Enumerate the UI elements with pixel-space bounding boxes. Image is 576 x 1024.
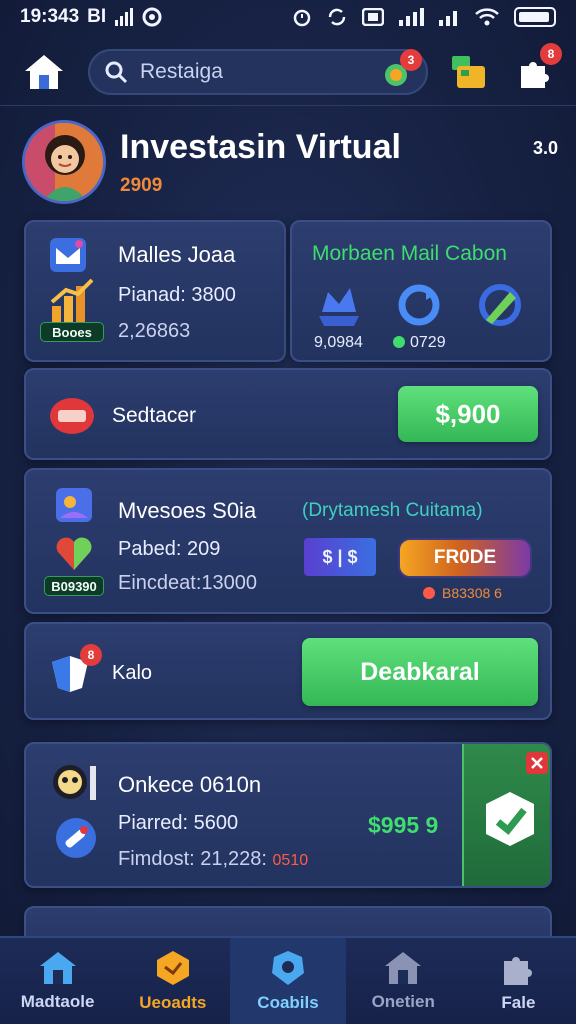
card6-amount: $995 9 (368, 812, 439, 838)
card5-label: Kalo (112, 662, 153, 684)
wifi-icon (475, 8, 499, 26)
card4-pill: B09390 (44, 576, 104, 596)
card1-pill: Booes (40, 322, 104, 342)
search-chip-badge: 3 (400, 48, 422, 71)
home-icon (25, 54, 63, 89)
notifications-button[interactable]: 8 (510, 42, 562, 95)
card2-title: Morbaen Mail Cabon (312, 242, 507, 265)
status-carrier: BI (87, 6, 107, 27)
card4-right-title: (Drytamesh Cuitama) (302, 500, 483, 521)
card-mvesoes[interactable]: Mvesoes S0ia Pabed: 209 B09390 Eincdeat:… (24, 468, 552, 614)
nav-label-ueoadts: Ueoadts (139, 993, 207, 1012)
card2-stat1: 9,0984 (314, 334, 363, 351)
puzzle-icon (504, 957, 533, 985)
nav-item-madtaole[interactable]: Madtaole (0, 938, 115, 1024)
user-avatar[interactable] (22, 120, 106, 204)
nav-item-onetien[interactable]: Onetien (346, 938, 461, 1024)
card4-currency-tag[interactable]: $ | $ (304, 538, 376, 576)
search-chip-button[interactable]: 3 (382, 48, 422, 89)
signal-bars-icon (399, 8, 424, 26)
card4-tag-text: $ | $ (322, 546, 358, 567)
notification-badge: 8 (540, 42, 562, 65)
search-input[interactable] (140, 59, 370, 84)
nfc-icon (362, 8, 384, 26)
sync-icon (328, 8, 346, 26)
card3-price-button[interactable]: $,900 (398, 386, 538, 442)
card4-line2: Eincdeat:13000 (118, 572, 258, 594)
nav-label-madtaole: Madtaole (20, 992, 95, 1011)
bar-chart-icon (50, 278, 94, 324)
alarm-icon (293, 9, 311, 27)
card6-side-panel[interactable] (462, 744, 550, 886)
kalo-icon-wrap: 8 (48, 644, 102, 694)
photo-app-icon (56, 488, 92, 522)
profile-subtitle: 2909 (120, 174, 163, 196)
ticket-icon (50, 398, 94, 434)
card-sedtacer[interactable]: Sedtacer $,900 (24, 368, 552, 460)
refresh-hex-icon (486, 792, 534, 846)
card4-title: Mvesoes S0ia (118, 498, 257, 523)
card1-line2: 2,26863 (118, 320, 191, 342)
signal-bars-2-icon (439, 11, 457, 26)
card6-title: Onkece 0610n (118, 772, 262, 797)
card-malles[interactable]: Malles Joaa Pianad: 3800 Booes 2,26863 (24, 220, 286, 362)
top-bar: 3 8 (0, 38, 576, 106)
home-button[interactable] (18, 46, 70, 98)
folders-button[interactable] (446, 49, 492, 95)
dollar-icon (393, 336, 405, 348)
profile-name: Investasin Virtual (120, 127, 401, 166)
flashlight-icon (56, 818, 96, 858)
card2-stat2: 0729 (410, 334, 446, 351)
card4-promo-button[interactable]: FR0DE (398, 538, 532, 578)
heart-icon (56, 537, 92, 570)
pencil-icon (479, 284, 521, 326)
card5-action-button[interactable]: Deabkaral (302, 638, 538, 706)
card-morbaen[interactable]: Morbaen Mail Cabon 9,0984 0729 (290, 220, 552, 362)
card4-line1: Pabed: 209 (118, 538, 221, 560)
profile-score: 3.0 (532, 138, 558, 158)
nav-label-onetien: Onetien (371, 992, 435, 1011)
nav-item-coabils[interactable]: Coabils (230, 938, 346, 1024)
house-gray-icon (385, 952, 422, 984)
face-mask-icon (53, 765, 96, 800)
close-icon[interactable] (526, 752, 548, 774)
nav-item-fale[interactable]: Fale (461, 938, 576, 1024)
card-onkece[interactable]: Onkece 0610n Piarred: 5600 Fimdost: 21,2… (24, 742, 552, 888)
mail-app-icon (50, 238, 86, 272)
card1-title: Malles Joaa (118, 242, 236, 267)
hexagon-icon (156, 951, 189, 985)
refresh-circle-icon (398, 284, 440, 326)
bottom-navigation: Madtaole Ueoadts Coabils Onetien Fale (0, 936, 576, 1024)
status-time: 19:343 (20, 6, 80, 27)
card3-label: Sedtacer (112, 404, 197, 427)
kalo-badge: 8 (80, 644, 102, 666)
signal-icon (115, 8, 134, 26)
folder-stack-icon (452, 55, 485, 88)
battery-icon (514, 7, 556, 27)
card6-line2-prefix: Fimdost: 21,228: (118, 848, 267, 870)
profile-header: Investasin Virtual 2909 3.0 (22, 118, 558, 206)
search-bar[interactable]: 3 (88, 48, 428, 95)
app-notification-icon (142, 7, 162, 27)
badge-icon (272, 951, 304, 985)
coin-icon (423, 587, 435, 599)
nav-item-ueoadts[interactable]: Ueoadts (115, 938, 230, 1024)
nav-label-fale: Fale (501, 993, 536, 1012)
card6-line2: Fimdost: 21,228: 0510 (118, 848, 308, 871)
card6-line2-suffix: 0510 (272, 852, 309, 869)
card6-line1: Piarred: 5600 (118, 812, 239, 834)
house-icon (39, 952, 76, 984)
nav-label-coabils: Coabils (257, 993, 319, 1012)
card-kalo[interactable]: 8 Kalo Deabkaral (24, 622, 552, 720)
search-icon (105, 61, 128, 83)
card4-footnote: B83308 6 (442, 585, 502, 601)
crown-tray-icon (319, 288, 359, 326)
card1-line1: Pianad: 3800 (118, 284, 236, 306)
status-bar: 19:343 BI (0, 0, 576, 34)
avatar-illustration-icon (25, 123, 103, 201)
